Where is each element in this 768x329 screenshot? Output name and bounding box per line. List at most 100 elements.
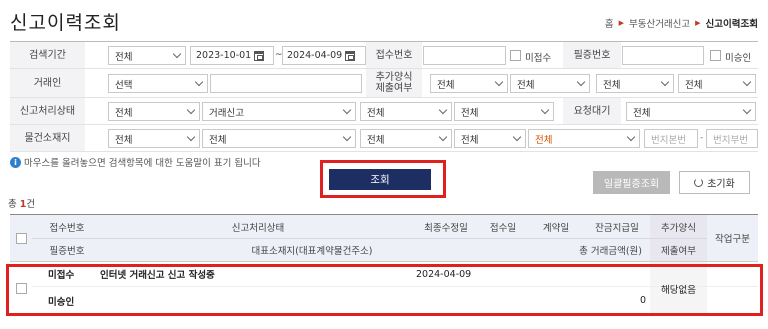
chevron-down-icon — [660, 77, 670, 87]
period-label: 검색기간 — [10, 42, 85, 68]
search-row-location: 물건소재지 전체 전체 전체 전체 전체 번지본번 - 번지부번 — [10, 125, 758, 152]
party-name-input[interactable] — [210, 74, 362, 93]
chevron-down-icon — [186, 105, 196, 115]
chevron-down-icon — [626, 132, 636, 142]
col-report-no: 접수번호 — [49, 222, 85, 234]
request-wait-label: 요청대기 — [563, 98, 621, 124]
period-type-select[interactable]: 전체 — [108, 46, 186, 65]
status-value-4: 전체 — [461, 107, 479, 119]
col-last-modified: 최종수정일 — [424, 222, 468, 234]
search-button[interactable]: 조회 — [329, 169, 431, 190]
calendar-icon[interactable] — [254, 50, 265, 61]
search-row-period: 검색기간 전체 2023-10-01 ~ 2024-04-09 접수번호 미접수… — [10, 42, 758, 69]
reset-icon — [694, 178, 704, 187]
page-title: 신고이력조회 — [10, 12, 121, 34]
status-select-2[interactable]: 거래신고 — [202, 102, 356, 121]
breadcrumb-real-estate[interactable]: 부동산거래신고 — [629, 16, 690, 30]
breadcrumb-home[interactable]: 홈 — [605, 16, 614, 30]
chevron-down-icon — [438, 132, 448, 142]
status-select-1[interactable]: 전체 — [108, 102, 200, 121]
chevron-down-icon — [540, 105, 550, 115]
chevron-down-icon — [576, 77, 586, 87]
party-type-select[interactable]: 선택 — [108, 74, 208, 93]
chevron-down-icon — [494, 77, 504, 87]
location-value-4: 전체 — [461, 134, 479, 146]
search-button-highlight: 조회 — [320, 160, 446, 198]
chevron-down-icon — [742, 105, 752, 115]
total-count: 총 1건 — [8, 196, 35, 210]
chevron-down-icon — [342, 105, 352, 115]
col-work-type: 작업구분 — [707, 215, 758, 261]
add-method-value-2: 전체 — [517, 79, 535, 91]
location-select-2[interactable]: 전체 — [202, 129, 356, 148]
date-from-input[interactable]: 2023-10-01 — [190, 46, 274, 65]
unreceived-label: 미접수 — [525, 53, 552, 64]
col-submission: 제출여부 — [650, 239, 707, 261]
lot-main-input[interactable]: 번지본번 — [644, 129, 698, 148]
request-wait-select[interactable]: 전체 — [626, 102, 756, 121]
help-info: i 마우스를 올려놓으면 검색항목에 대한 도움말이 표기 됩니다 — [10, 155, 261, 169]
status-value-3: 전체 — [367, 107, 385, 119]
info-icon: i — [10, 156, 21, 168]
location-value-2: 전체 — [209, 134, 227, 146]
add-method-select-3[interactable]: 전체 — [596, 74, 674, 93]
search-row-status: 신고처리상태 전체 거래신고 전체 전체 요청대기 전체 — [10, 98, 758, 125]
location-value-1: 전체 — [115, 134, 133, 146]
party-label: 거래인 — [10, 69, 85, 97]
col-status: 신고처리상태 — [231, 222, 285, 234]
add-method-label: 추가양식 제출여부 — [366, 69, 422, 97]
total-suffix: 건 — [26, 199, 36, 210]
select-all-checkbox[interactable] — [16, 233, 27, 244]
location-select-3[interactable]: 전체 — [360, 129, 452, 148]
lot-dash: - — [700, 133, 704, 143]
unapproved-checkbox[interactable] — [710, 50, 721, 61]
add-method-value-4: 전체 — [685, 79, 703, 91]
location-select-5[interactable]: 전체 — [528, 129, 640, 148]
unreceived-checkbox[interactable] — [510, 50, 521, 61]
status-value-1: 전체 — [115, 107, 133, 119]
unapproved-label: 미승인 — [725, 53, 752, 64]
chevron-down-icon — [438, 105, 448, 115]
lot-sub-input[interactable]: 번지부번 — [706, 129, 758, 148]
col-balance: 잔금지급일 — [595, 222, 639, 234]
add-method-select-4[interactable]: 전체 — [678, 74, 756, 93]
chevron-down-icon — [742, 77, 752, 87]
reset-button-label: 초기화 — [707, 179, 735, 190]
chevron-right-icon: ▶ — [695, 19, 701, 27]
period-type-value: 전체 — [115, 51, 133, 63]
add-method-select-2[interactable]: 전체 — [510, 74, 590, 93]
cert-no-input[interactable] — [622, 46, 704, 65]
party-type-value: 선택 — [115, 79, 133, 91]
help-info-text: 마우스를 올려놓으면 검색항목에 대한 도움말이 표기 됩니다 — [24, 158, 261, 169]
chevron-down-icon — [194, 77, 204, 87]
search-form: 검색기간 전체 2023-10-01 ~ 2024-04-09 접수번호 미접수… — [10, 41, 758, 152]
cert-no-label: 필증번호 — [563, 42, 621, 68]
report-no-input[interactable] — [423, 46, 506, 65]
add-method-select-1[interactable]: 전체 — [430, 74, 508, 93]
location-value-3: 전체 — [367, 134, 385, 146]
location-value-5: 전체 — [535, 134, 553, 146]
date-to-value: 2024-04-09 — [287, 50, 343, 61]
search-row-party: 거래인 선택 추가양식 제출여부 전체 전체 전체 전체 — [10, 69, 758, 98]
calendar-icon[interactable] — [345, 50, 356, 61]
location-select-4[interactable]: 전체 — [454, 129, 526, 148]
col-received: 접수일 — [489, 222, 517, 234]
status-select-4[interactable]: 전체 — [454, 102, 554, 121]
reset-button[interactable]: 초기화 — [679, 171, 750, 194]
chevron-down-icon — [186, 132, 196, 142]
status-label: 신고처리상태 — [10, 98, 85, 124]
chevron-down-icon — [172, 49, 182, 59]
col-add-form: 추가양식 — [650, 215, 707, 238]
request-wait-value: 전체 — [633, 107, 651, 119]
status-value-2: 거래신고 — [209, 107, 244, 119]
bulk-cert-button[interactable]: 일괄필증조회 — [593, 171, 670, 194]
row-highlight — [6, 264, 763, 316]
col-address: 대표소재지(대표계약물건주소) — [251, 246, 373, 257]
report-no-label: 접수번호 — [366, 42, 422, 68]
col-amount: 총 거래금액(원) — [579, 246, 642, 257]
location-select-1[interactable]: 전체 — [108, 129, 200, 148]
col-cert-no: 필증번호 — [49, 246, 85, 257]
status-select-3[interactable]: 전체 — [360, 102, 452, 121]
date-to-input[interactable]: 2024-04-09 — [282, 46, 366, 65]
add-method-value-3: 전체 — [603, 79, 621, 91]
